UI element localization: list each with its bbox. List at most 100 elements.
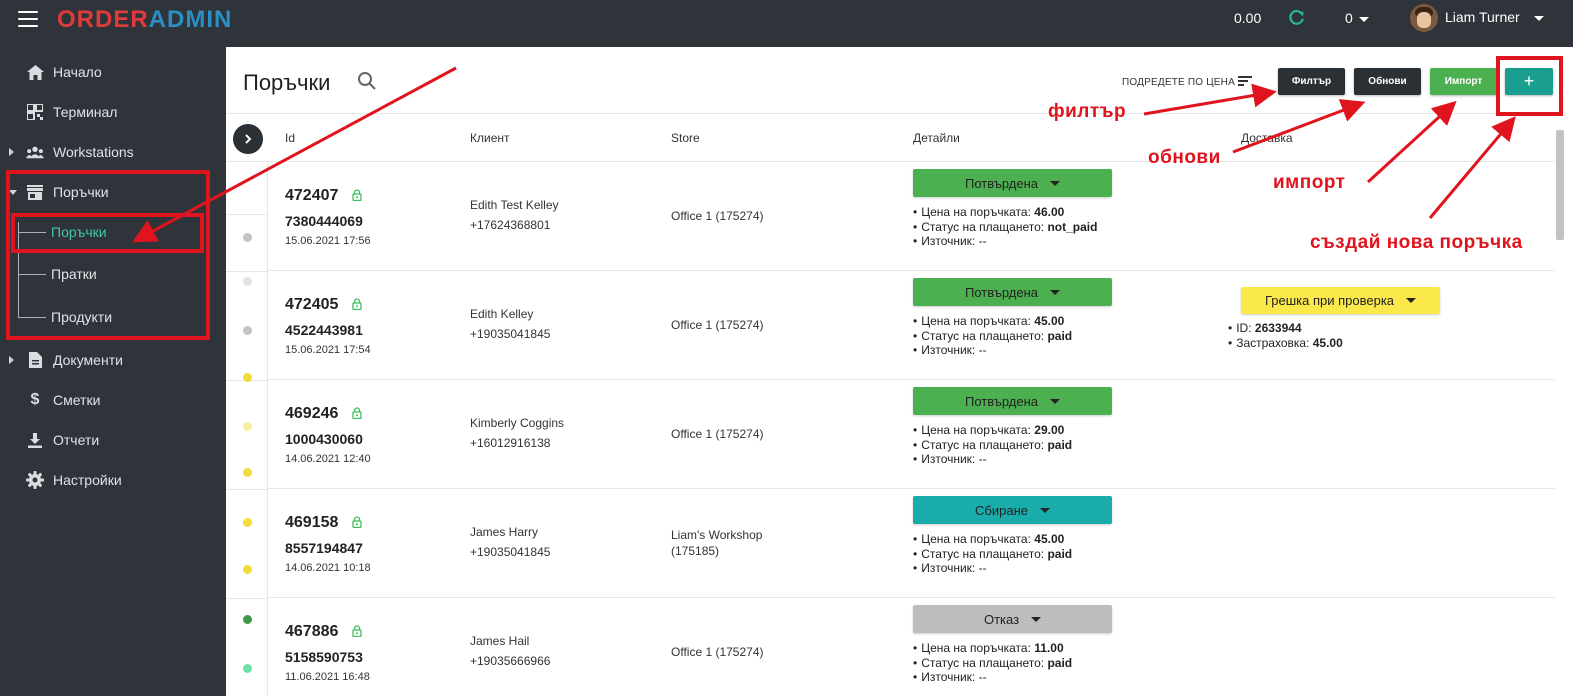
status-divider	[226, 214, 268, 215]
store-name: Liam's Workshop (175185)	[671, 528, 763, 558]
table-header: Id Клиент Store Детайли Доставка	[226, 113, 1555, 162]
table-row[interactable]: 472405 4522443981 15.06.2021 17:54 Edith…	[268, 271, 1555, 380]
order-date: 11.06.2021 16:48	[285, 671, 370, 683]
sidebar-item-workstations[interactable]: Workstations	[6, 139, 218, 165]
sort-by-price-label[interactable]: ПОДРЕДЕТЕ ПО ЦЕНА	[1122, 77, 1235, 88]
client-name: Kimberly Coggins	[470, 416, 565, 430]
client-phone: +19035041845	[470, 327, 551, 341]
table-row[interactable]: 472407 7380444069 15.06.2021 17:56 Edith…	[268, 162, 1555, 271]
table-row[interactable]: 469246 1000430060 14.06.2021 12:40 Kimbe…	[268, 380, 1555, 489]
filter-button[interactable]: Филтър	[1278, 68, 1345, 95]
status-dot	[243, 373, 252, 382]
import-button[interactable]: Импорт	[1430, 68, 1497, 95]
sidebar-item-settings[interactable]: Настройки	[6, 467, 218, 493]
order-id[interactable]: 472405	[285, 296, 338, 314]
chevron-down-icon	[1031, 616, 1042, 622]
order-id[interactable]: 469158	[285, 514, 338, 532]
order-details: Цена на поръчката: 29.00 Статус на плаща…	[913, 423, 1072, 467]
store-name: Office 1 (175274)	[671, 318, 764, 332]
column-header-store[interactable]: Store	[671, 131, 700, 145]
lock-icon	[352, 189, 362, 201]
scrollbar[interactable]	[1556, 130, 1564, 240]
store-name: Office 1 (175274)	[671, 645, 764, 659]
balance-value: 0.00	[1234, 10, 1262, 26]
gear-icon	[26, 471, 44, 489]
table-row[interactable]: 467886 5158590753 11.06.2021 16:48 James…	[268, 598, 1555, 696]
sidebar-item-reports[interactable]: Отчети	[6, 427, 218, 453]
column-header-delivery[interactable]: Доставка	[1241, 131, 1293, 145]
chevron-right-icon	[245, 134, 252, 144]
lock-icon	[352, 407, 362, 419]
status-dot	[243, 468, 252, 477]
order-phone: 5158590753	[285, 649, 363, 665]
sidebar-item-terminal[interactable]: Терминал	[6, 99, 218, 125]
client-name: James Harry	[470, 525, 539, 539]
document-icon	[26, 351, 44, 369]
qr-icon	[26, 103, 44, 121]
order-id[interactable]: 472407	[285, 187, 338, 205]
status-dot	[243, 422, 252, 431]
status-divider	[226, 489, 268, 490]
status-divider	[226, 271, 268, 272]
notifications-dropdown[interactable]: 0	[1345, 10, 1369, 26]
sidebar-item-documents[interactable]: Документи	[6, 347, 218, 373]
order-id[interactable]: 467886	[285, 623, 338, 641]
column-header-id[interactable]: Id	[285, 131, 295, 145]
main-content: Поръчки ПОДРЕДЕТЕ ПО ЦЕНА Филтър Обнови …	[226, 47, 1573, 696]
order-date: 14.06.2021 12:40	[285, 453, 371, 465]
table-row[interactable]: 469158 8557194847 14.06.2021 10:18 James…	[268, 489, 1555, 598]
client-name: Edith Kelley	[470, 307, 534, 321]
status-dropdown[interactable]: Потвърдена	[913, 278, 1112, 306]
order-details: Цена на поръчката: 45.00 Статус на плаща…	[913, 532, 1072, 576]
app-logo[interactable]: ORDERADMIN	[57, 6, 232, 34]
user-menu[interactable]: Liam Turner	[1445, 9, 1544, 25]
order-date: 15.06.2021 17:56	[285, 235, 371, 247]
page-title: Поръчки	[243, 70, 331, 95]
order-phone: 4522443981	[285, 322, 363, 338]
status-divider	[226, 598, 268, 599]
delivery-details: ID: 2633944 Застраховка: 45.00	[1228, 321, 1343, 350]
client-phone: +19035041845	[470, 545, 551, 559]
top-bar: ORDERADMIN 0.00 0 Liam Turner	[0, 0, 1573, 42]
order-phone: 8557194847	[285, 540, 363, 556]
delivery-status-dropdown[interactable]: Грешка при проверка	[1241, 287, 1440, 314]
order-id[interactable]: 469246	[285, 405, 338, 423]
order-details: Цена на поръчката: 11.00 Статус на плаща…	[913, 641, 1072, 685]
order-phone: 7380444069	[285, 213, 363, 229]
status-dot	[243, 326, 252, 335]
avatar[interactable]	[1410, 4, 1438, 32]
status-dropdown[interactable]: Потвърдена	[913, 387, 1112, 415]
refresh-button[interactable]: Обнови	[1354, 68, 1421, 95]
hamburger-menu-icon[interactable]	[18, 11, 38, 27]
expand-arrow-icon	[9, 148, 14, 156]
annotation-new-order-label: създай нова поръчка	[1310, 232, 1523, 253]
column-header-client[interactable]: Клиент	[470, 131, 510, 145]
expand-columns-button[interactable]	[233, 124, 263, 154]
group-icon	[26, 143, 44, 161]
sidebar-item-accounts[interactable]: $ Сметки	[6, 387, 218, 413]
status-dot	[243, 233, 252, 242]
chevron-down-icon	[1050, 180, 1060, 186]
search-icon[interactable]	[357, 71, 377, 91]
client-phone: +17624368801	[470, 218, 551, 232]
status-dot	[243, 664, 252, 673]
chevron-down-icon	[1050, 289, 1060, 295]
status-dropdown[interactable]: Сбиране	[913, 496, 1112, 524]
status-dropdown[interactable]: Отказ	[913, 605, 1112, 633]
download-icon	[26, 431, 44, 449]
status-dropdown[interactable]: Потвърдена	[913, 169, 1112, 197]
highlight-orders-subitem	[11, 213, 204, 253]
sort-icon[interactable]	[1238, 76, 1252, 87]
sidebar-item-home[interactable]: Начало	[6, 59, 218, 85]
annotation-filter-label: филтър	[1048, 101, 1127, 122]
sidebar: Начало Терминал Workstations Поръчки Пор…	[6, 42, 218, 696]
column-header-details[interactable]: Детайли	[913, 131, 960, 145]
lock-icon	[352, 516, 362, 528]
client-phone: +16012916138	[470, 436, 551, 450]
refresh-icon[interactable]	[1288, 8, 1306, 26]
home-icon	[26, 63, 44, 81]
lock-icon	[352, 625, 362, 637]
client-name: Edith Test Kelley	[470, 198, 559, 212]
status-dot	[243, 615, 252, 624]
client-name: James Hail	[470, 634, 530, 648]
